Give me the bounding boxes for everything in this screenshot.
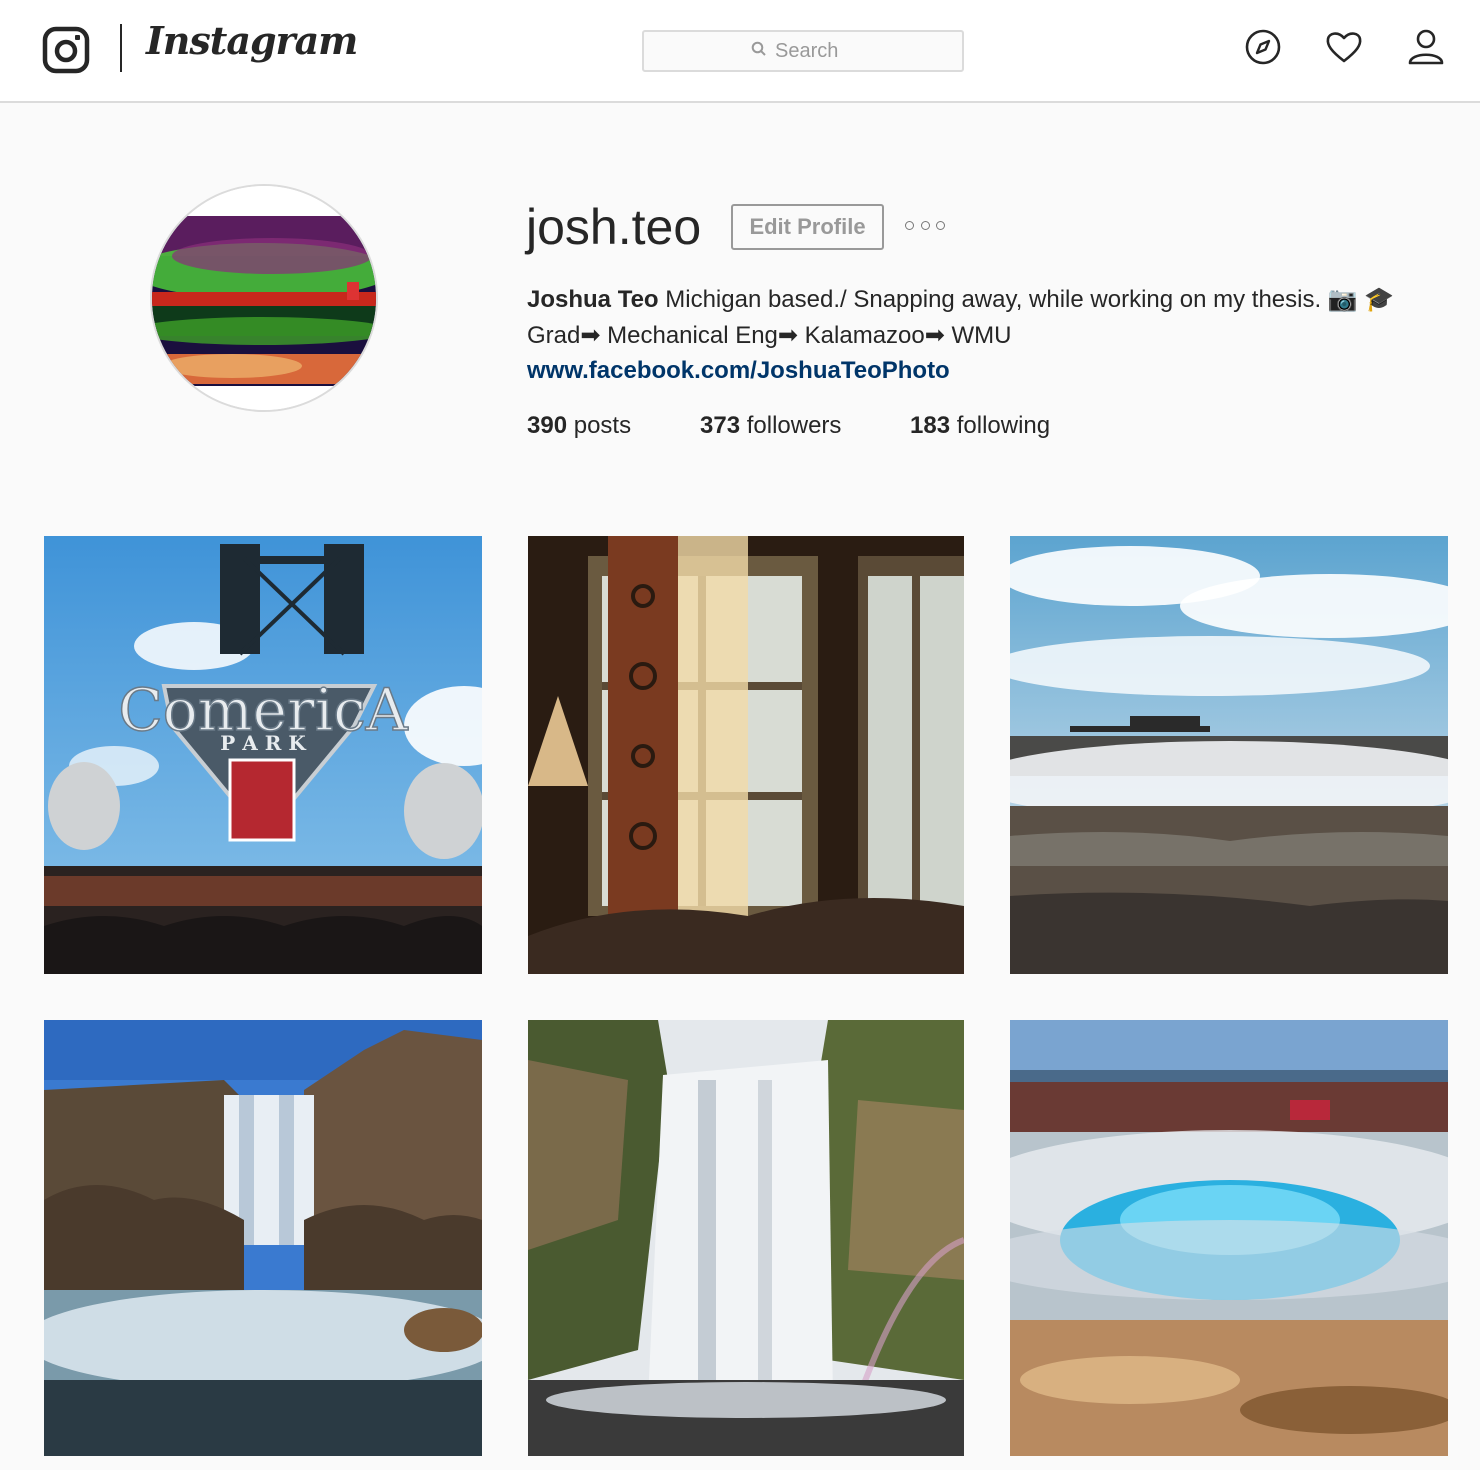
bio-line-1: Joshua Teo Michigan based./ Snapping awa…	[527, 285, 1394, 314]
instagram-camera-logo-icon[interactable]	[42, 26, 90, 74]
profile-website-link[interactable]: www.facebook.com/JoshuaTeoPhoto	[527, 357, 950, 385]
post-thumbnail-waterfall-rocks[interactable]	[44, 1020, 482, 1456]
top-navigation-bar: Instagram	[0, 0, 1480, 103]
profile-full-name: Joshua Teo	[527, 286, 659, 313]
search-box[interactable]	[642, 30, 964, 72]
post-thumbnail-waterfall-canyon[interactable]	[528, 1020, 964, 1456]
more-options-icon[interactable]	[905, 218, 945, 232]
followers-count[interactable]: 373 followers	[700, 412, 841, 440]
search-input[interactable]	[775, 39, 855, 63]
logo-divider	[120, 24, 122, 72]
post-thumbnail-geyser[interactable]	[1010, 1020, 1448, 1456]
sign-subtext: P A R K	[220, 731, 306, 755]
bio-line-2: Grad➡ Mechanical Eng➡ Kalamazoo➡ WMU	[527, 322, 1012, 349]
post-thumbnail-window[interactable]	[528, 536, 964, 974]
following-count[interactable]: 183 following	[910, 412, 1050, 440]
bio-text: Michigan based./ Snapping away, while wo…	[658, 286, 1395, 313]
heart-icon[interactable]	[1325, 28, 1363, 66]
post-thumbnail-steam-field[interactable]	[1010, 536, 1448, 974]
profile-username: josh.teo	[526, 199, 702, 255]
compass-icon[interactable]	[1244, 28, 1282, 66]
profile-avatar[interactable]	[150, 184, 378, 412]
search-icon	[751, 40, 767, 63]
edit-profile-button[interactable]: Edit Profile	[731, 204, 884, 250]
instagram-wordmark[interactable]: Instagram	[146, 18, 358, 63]
post-thumbnail-stadium[interactable]: ComericA P A R K	[44, 536, 482, 974]
person-icon[interactable]	[1407, 28, 1445, 66]
posts-count: 390 posts	[527, 412, 632, 439]
